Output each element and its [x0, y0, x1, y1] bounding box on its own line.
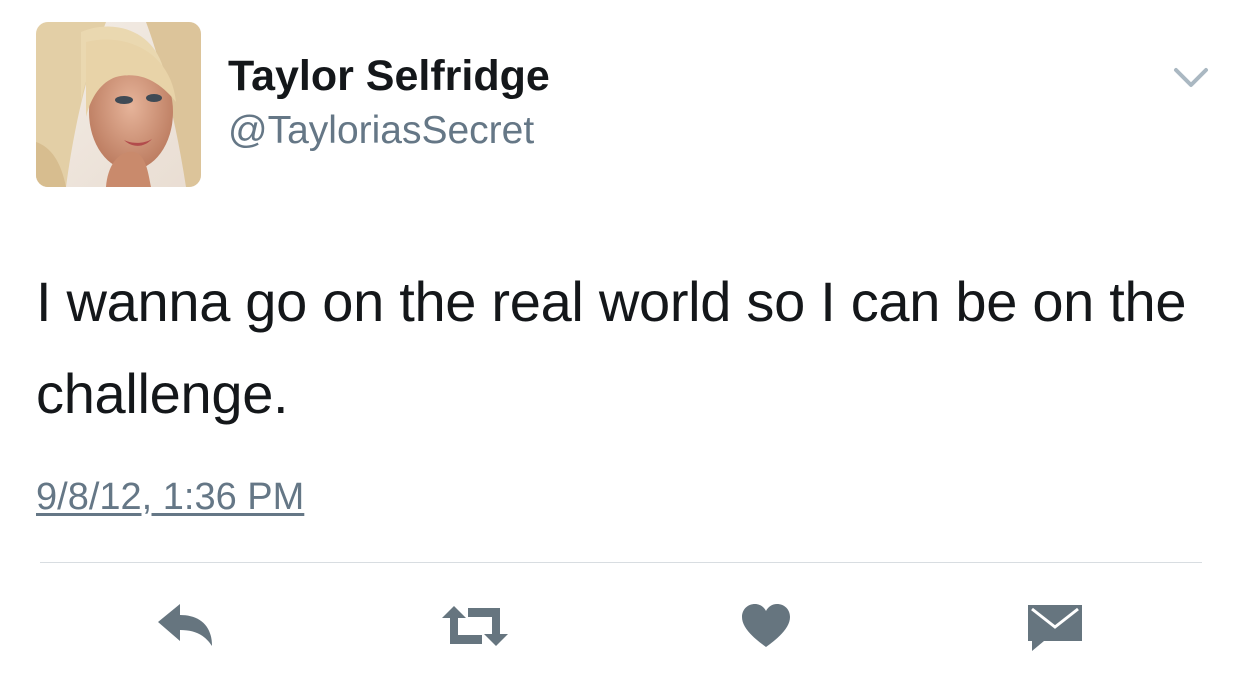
display-name[interactable]: Taylor Selfridge — [228, 50, 550, 102]
chevron-down-icon[interactable] — [1172, 64, 1210, 92]
divider — [40, 562, 1202, 563]
reply-button[interactable] — [150, 596, 220, 656]
tweet-text: I wanna go on the real world so I can be… — [36, 270, 1187, 425]
retweet-icon — [442, 606, 508, 646]
reply-icon — [158, 604, 212, 646]
retweet-button[interactable] — [435, 596, 515, 656]
heart-icon — [742, 604, 790, 647]
envelope-icon — [1028, 605, 1082, 651]
tweet-timestamp[interactable]: 9/8/12, 1:36 PM — [36, 474, 304, 520]
like-button[interactable] — [738, 596, 794, 656]
user-handle[interactable]: @TayloriasSecret — [228, 108, 534, 154]
direct-message-button[interactable] — [1025, 596, 1085, 656]
avatar[interactable] — [36, 22, 201, 187]
avatar-image — [36, 22, 201, 187]
